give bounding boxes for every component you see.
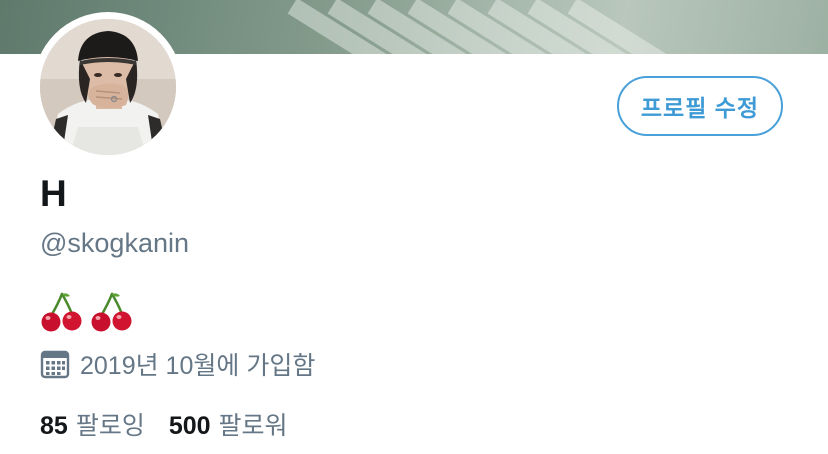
followers-label: 팔로워 <box>218 412 288 440</box>
calendar-icon <box>40 350 70 379</box>
joined-text: 2019년 10월에 가입함 <box>80 352 316 380</box>
followers-count: 500 <box>168 412 211 440</box>
following-count: 85 <box>40 412 68 440</box>
edit-profile-label: 프로필 수정 <box>640 95 760 121</box>
username-handle: @skogkanin <box>40 228 189 258</box>
cherry-icon <box>41 292 82 332</box>
display-name: H <box>40 173 67 214</box>
joined-date: 2019년 10월에 가입함 <box>40 346 315 382</box>
follow-stats: 85 팔로잉 500 팔로워 <box>40 404 288 444</box>
avatar[interactable] <box>40 19 176 155</box>
followers-link[interactable]: 500 팔로워 <box>169 406 288 442</box>
following-link[interactable]: 85 팔로잉 <box>40 406 145 442</box>
cherry-icon <box>91 292 132 332</box>
profile-page: 프로필 수정 H @skogkanin 2019년 10월에 가입함 85 팔로… <box>0 0 828 454</box>
profile-bio <box>40 290 134 334</box>
following-label: 팔로잉 <box>75 412 145 440</box>
edit-profile-button[interactable]: 프로필 수정 <box>617 76 783 136</box>
